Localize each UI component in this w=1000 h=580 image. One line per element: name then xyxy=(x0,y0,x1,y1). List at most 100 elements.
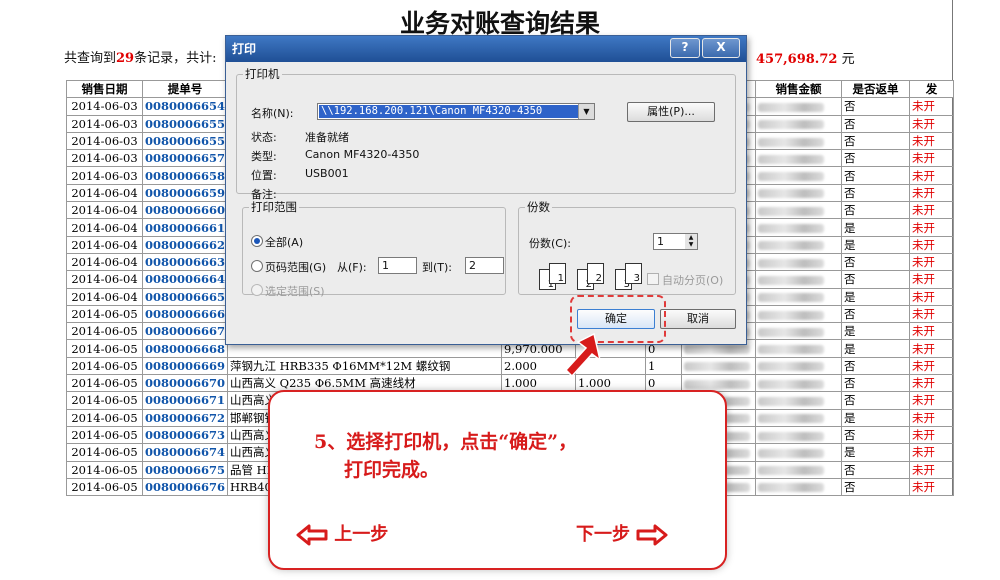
to-page-input[interactable]: 2 xyxy=(465,257,504,274)
copies-spinner[interactable]: ▲ ▼ xyxy=(685,233,698,250)
cell-status: 未开 xyxy=(909,270,955,289)
redacted-blur xyxy=(758,206,825,216)
range-all-label[interactable]: 全部(A) xyxy=(265,234,303,250)
next-step-label[interactable]: 下一步 xyxy=(576,524,630,545)
properties-button[interactable]: 属性(P)... xyxy=(627,102,715,122)
cell-bill-id[interactable]: 0080006665 xyxy=(141,287,229,306)
cell-returned: 否 xyxy=(841,425,911,445)
chevron-down-icon[interactable]: ▼ xyxy=(578,104,594,119)
cell-bill-id[interactable]: 0080006655 xyxy=(141,131,229,151)
cell-status: 未开 xyxy=(909,201,955,220)
dialog-titlebar: 打印 ? X xyxy=(226,36,746,62)
cell-bill-id[interactable]: 0080006669 xyxy=(141,356,229,376)
cell-returned: 是 xyxy=(841,339,911,358)
cell-bill-id[interactable]: 0080006659 xyxy=(141,183,229,203)
cell-bill-id[interactable]: 0080006664 xyxy=(141,270,229,289)
cell-amount-redacted xyxy=(755,97,843,116)
cell-returned: 否 xyxy=(841,131,911,151)
range-selection-label[interactable]: 选定范围(S) xyxy=(265,283,325,299)
next-step-link[interactable]: 下一步 xyxy=(576,520,668,546)
cell-returned: 否 xyxy=(841,149,911,168)
cell-bill-id[interactable]: 0080006670 xyxy=(141,374,229,393)
cell-bill-id[interactable]: 0080006662 xyxy=(141,235,229,254)
cell-status: 未开 xyxy=(909,252,955,272)
cell-returned: 是 xyxy=(841,443,911,462)
header-status: 发 xyxy=(909,79,955,99)
collate-label[interactable]: 自动分页(O) xyxy=(662,272,723,288)
cell-amount-redacted xyxy=(755,356,843,376)
type-label: 类型: xyxy=(251,150,277,163)
cell-status: 未开 xyxy=(909,166,955,185)
cell-date: 2014-06-03 xyxy=(66,149,143,168)
cell-bill-id[interactable]: 0080006675 xyxy=(141,460,229,479)
table-row: 2014-06-05 0080006669 萍钢九江 HRB335 Φ16MM*12… xyxy=(66,356,955,376)
cell-status: 未开 xyxy=(909,425,955,445)
cell-date: 2014-06-03 xyxy=(66,166,143,185)
cell-returned: 是 xyxy=(841,235,911,254)
cell-bill-id[interactable]: 0080006660 xyxy=(141,201,229,220)
redacted-blur xyxy=(684,362,751,372)
cell-bill-id[interactable]: 0080006663 xyxy=(141,252,229,272)
dialog-title: 打印 xyxy=(232,42,257,56)
cell-bill-id[interactable]: 0080006658 xyxy=(141,166,229,185)
printer-select[interactable]: \\192.168.200.121\Canon MF4320-4350 ▼ xyxy=(317,103,595,120)
from-page-input[interactable]: 1 xyxy=(378,257,417,274)
cell-returned: 否 xyxy=(841,374,911,393)
instruction-callout: 5、选择打印机，点击“确定”， 打印完成。 上一步 下一步 xyxy=(268,390,727,570)
cell-date: 2014-06-03 xyxy=(66,97,143,116)
redacted-blur xyxy=(758,120,825,130)
location-value: USB001 xyxy=(305,167,349,180)
cell-returned: 否 xyxy=(841,114,911,133)
redacted-blur xyxy=(758,102,825,112)
cell-date: 2014-06-04 xyxy=(66,201,143,220)
redacted-blur xyxy=(758,172,825,182)
prev-step-label[interactable]: 上一步 xyxy=(334,524,388,545)
cell-status: 未开 xyxy=(909,356,955,376)
cell-date: 2014-06-05 xyxy=(66,477,143,497)
header-amount: 销售金额 xyxy=(755,79,843,99)
collate-page-icon: 3 xyxy=(625,263,642,284)
cell-date: 2014-06-04 xyxy=(66,235,143,254)
cell-bill-id[interactable]: 0080006657 xyxy=(141,149,229,168)
printer-name-label: 名称(N): xyxy=(251,107,294,120)
cell-amount-redacted xyxy=(755,131,843,151)
cell-amount-redacted xyxy=(755,114,843,133)
cell-bill-id[interactable]: 0080006667 xyxy=(141,322,229,341)
cell-returned: 否 xyxy=(841,304,911,324)
to-label: 到(T): xyxy=(422,261,453,274)
cell-bill-id[interactable]: 0080006666 xyxy=(141,304,229,324)
result-summary: 共查询到29条记录，共计: xyxy=(64,47,217,66)
range-selection-radio[interactable] xyxy=(251,284,263,296)
cell-returned: 否 xyxy=(841,270,911,289)
cell-bill-id[interactable]: 0080006672 xyxy=(141,408,229,427)
range-pages-radio[interactable] xyxy=(251,260,263,272)
cell-bill-id[interactable]: 0080006671 xyxy=(141,391,229,410)
cell-returned: 否 xyxy=(841,166,911,185)
cell-date: 2014-06-05 xyxy=(66,356,143,376)
cell-amount-redacted xyxy=(755,339,843,358)
help-button[interactable]: ? xyxy=(670,38,700,58)
cell-date: 2014-06-04 xyxy=(66,252,143,272)
total-amount: 457,698.72 元 xyxy=(756,48,855,67)
status-label: 状态: xyxy=(251,131,277,144)
cell-bill-id[interactable]: 0080006668 xyxy=(141,339,229,358)
range-all-radio[interactable] xyxy=(251,235,263,247)
cell-bill-id[interactable]: 0080006661 xyxy=(141,218,229,237)
close-button[interactable]: X xyxy=(702,38,740,58)
copies-input[interactable]: 1 xyxy=(653,233,686,250)
cell-bill-id[interactable]: 0080006676 xyxy=(141,477,229,497)
collate-checkbox[interactable] xyxy=(647,273,659,285)
cell-status: 未开 xyxy=(909,183,955,203)
cell-status: 未开 xyxy=(909,97,955,116)
cancel-button[interactable]: 取消 xyxy=(660,309,736,329)
cell-amount-redacted xyxy=(755,252,843,272)
redacted-blur xyxy=(758,310,825,320)
cell-bill-id[interactable]: 0080006674 xyxy=(141,443,229,462)
range-pages-label[interactable]: 页码范围(G) xyxy=(265,259,326,275)
cell-bill-id[interactable]: 0080006655 xyxy=(141,114,229,133)
total-amount-value: 457,698.72 xyxy=(756,52,838,67)
prev-step-link[interactable]: 上一步 xyxy=(296,520,388,546)
cell-bill-id[interactable]: 0080006654 xyxy=(141,97,229,116)
redacted-blur xyxy=(758,275,825,285)
cell-bill-id[interactable]: 0080006673 xyxy=(141,425,229,445)
